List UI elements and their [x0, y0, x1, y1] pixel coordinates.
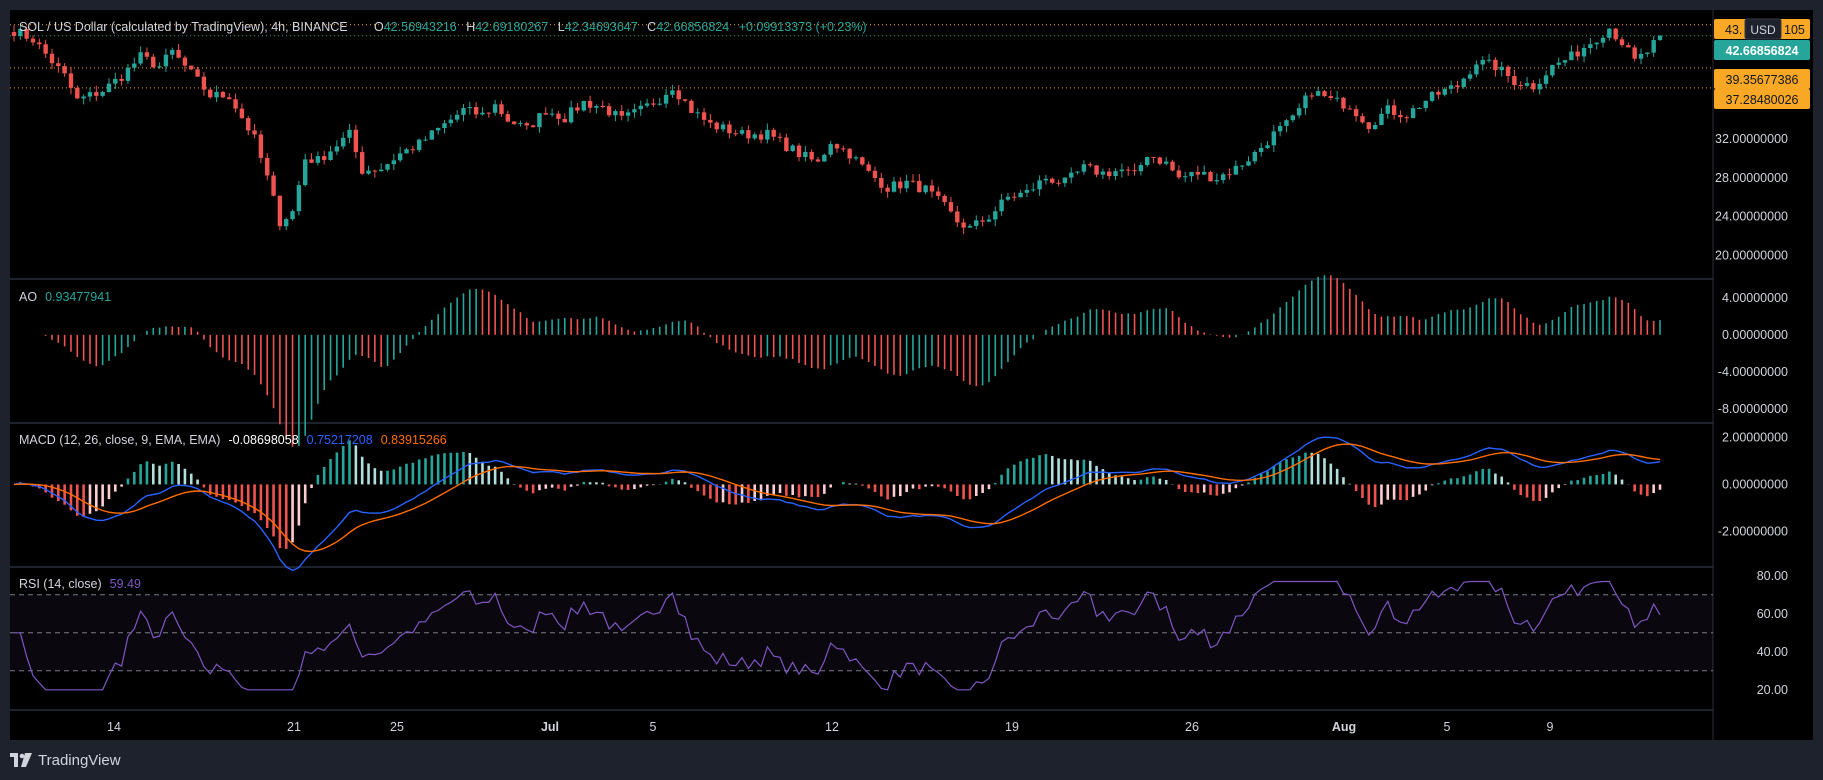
time-tick-label: 5 [1444, 720, 1451, 734]
candle [429, 130, 435, 140]
candle [208, 88, 213, 99]
time-tick-label: 26 [1185, 720, 1199, 734]
axis-tick-label: 20.00 [1757, 683, 1788, 697]
axis-tick-label: 20.00000000 [1715, 248, 1788, 262]
axis-tick-label: -2.00000000 [1718, 524, 1788, 538]
rsi-legend: RSI (14, close) 59.49 [19, 577, 141, 591]
macd-legend: MACD (12, 26, close, 9, EMA, EMA) -0.0869… [19, 433, 447, 447]
candle [689, 99, 694, 114]
svg-text:USD: USD [1750, 23, 1776, 37]
axis-tick-label: 60.00 [1757, 607, 1788, 621]
symbol-title[interactable]: SOL / US Dollar (calculated by TradingVi… [19, 20, 348, 34]
candle [296, 180, 302, 216]
brand-name: TradingView [38, 751, 121, 769]
axis-tick-label: 4.00000000 [1722, 291, 1788, 305]
tradingview-logo-icon [10, 753, 32, 767]
time-tick-label: 21 [287, 720, 301, 734]
axis-tick-label: 2.00000000 [1722, 430, 1788, 444]
axis-tick-label: 40.00 [1757, 645, 1788, 659]
time-tick-label: 14 [107, 720, 121, 734]
time-tick-label: 12 [825, 720, 839, 734]
candle [1208, 170, 1213, 182]
ohlc-legend: O42.56943216 H42.69180267 L42.34693647 C… [374, 20, 867, 34]
axis-tick-label: 0.00000000 [1722, 477, 1788, 491]
svg-text:37.28480026: 37.28480026 [1726, 93, 1799, 107]
level-tag-1: 39.35677386 [1714, 69, 1810, 89]
footer: TradingView [0, 740, 1823, 780]
time-axis-pane[interactable] [10, 711, 1713, 740]
svg-text:39.35677386: 39.35677386 [1726, 73, 1799, 87]
time-tick-label: 25 [390, 720, 404, 734]
tradingview-brand[interactable]: TradingView [10, 752, 121, 769]
svg-text:105: 105 [1784, 23, 1805, 37]
axis-tick-label: 28.00000000 [1715, 171, 1788, 185]
time-tick-label: 19 [1005, 720, 1019, 734]
ao-legend: AO 0.93477941 [19, 290, 111, 304]
time-tick-label: Aug [1332, 720, 1356, 734]
time-tick-label: 5 [650, 720, 657, 734]
candle [1429, 91, 1435, 103]
ao-pane[interactable] [10, 280, 1713, 422]
current-price-tag: 42.66856824 [1714, 40, 1810, 60]
axis-tick-label: -8.00000000 [1718, 402, 1788, 416]
time-tick-label: 9 [1547, 720, 1554, 734]
axis-tick-label: 80.00 [1757, 569, 1788, 583]
axis-tick-label: 0.00000000 [1722, 328, 1788, 342]
level-tag-2: 37.28480026 [1714, 89, 1810, 109]
candle [277, 195, 283, 231]
axis-tick-label: 32.00000000 [1715, 132, 1788, 146]
trading-chart: SOL / US Dollar (calculated by TradingVi… [0, 0, 1823, 780]
candle [860, 156, 865, 166]
svg-text:43.: 43. [1725, 23, 1742, 37]
svg-text:42.66856824: 42.66856824 [1726, 44, 1799, 58]
candle [822, 153, 827, 162]
chart-canvas[interactable]: SOL / US Dollar (calculated by TradingVi… [0, 0, 1823, 740]
currency-button[interactable]: USD [1744, 18, 1782, 40]
time-tick-label: Jul [541, 720, 559, 734]
axis-tick-label: 24.00000000 [1715, 210, 1788, 224]
candle [581, 100, 586, 112]
price-pane[interactable] [10, 10, 1713, 278]
axis-tick-label: -4.00000000 [1718, 365, 1788, 379]
